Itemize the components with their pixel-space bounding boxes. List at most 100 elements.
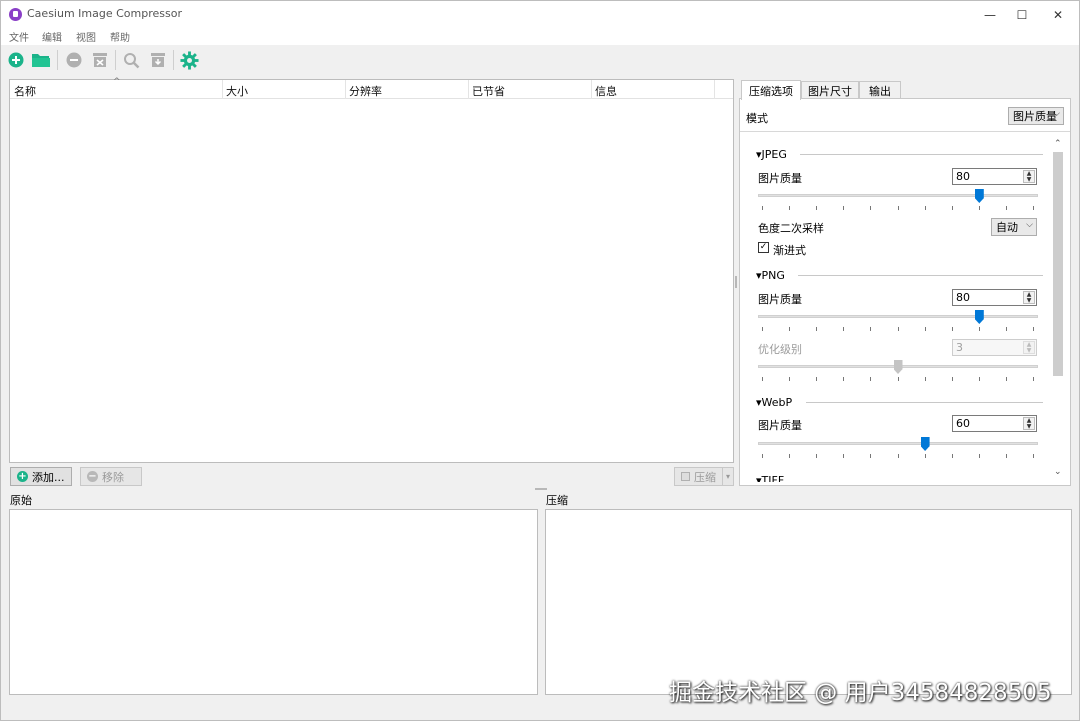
close-button[interactable]: ✕ [1035,1,1080,28]
spin-arrows-icon[interactable]: ▲ ▼ [1023,341,1035,354]
png-optimization-value: 3 [956,341,963,354]
slider-tick [897,454,899,458]
column-divider[interactable] [591,80,592,99]
webp-quality-slider[interactable] [758,437,1038,459]
column-header-name[interactable]: 名称 [14,83,36,99]
slider-thumb[interactable] [893,360,903,374]
compress-icon [681,472,690,481]
file-list-table[interactable]: ^ 名称 大小 分辨率 已节省 信息 [9,77,734,463]
sort-ascending-icon: ^ [113,77,121,87]
compress-dropdown-arrow-icon[interactable]: ▾ [722,467,734,486]
jpeg-quality-label: 图片质量 [758,172,802,185]
progressive-checkbox[interactable]: ✓ [758,242,769,253]
webp-section-header[interactable]: ▾WebP [756,396,792,409]
mode-row: 模式 图片质量 ⌵ [740,99,1070,132]
scrollbar-thumb[interactable] [1053,152,1063,376]
column-header-saved[interactable]: 已节省 [472,83,505,99]
column-header-size[interactable]: 大小 [226,83,248,99]
add-button[interactable]: + 添加... [10,467,72,486]
open-folder-icon[interactable] [31,50,51,70]
tab-compression-options[interactable]: 压缩选项 [741,80,801,100]
compression-options-pane: 模式 图片质量 ⌵ ▾JPEG 图片质量 80 ▲ ▼ 色度二次采样 自动 ⌵ ✓… [739,98,1071,486]
jpeg-quality-spinbox[interactable]: 80 ▲ ▼ [952,168,1037,185]
settings-icon[interactable] [179,50,199,70]
slider-track [758,194,1038,197]
tiff-section-header[interactable]: ▾TIFF [756,474,784,482]
remove-icon: − [87,470,98,482]
remove-button[interactable]: − 移除 [80,467,142,486]
preview-icon[interactable] [121,50,141,70]
chroma-subsampling-value: 自动 [996,221,1018,234]
png-quality-spinbox[interactable]: 80 ▲ ▼ [952,289,1037,306]
mode-select[interactable]: 图片质量 ⌵ [1008,107,1064,125]
slider-tick [897,327,899,331]
png-section-header[interactable]: ▾PNG [756,269,785,282]
slider-tick [870,327,872,331]
slider-tick [789,327,791,331]
column-divider[interactable] [468,80,469,99]
png-optimization-spinbox[interactable]: 3 ▲ ▼ [952,339,1037,356]
slider-tick [924,377,926,381]
slider-tick [843,327,845,331]
slider-tick [870,454,872,458]
menu-help[interactable]: 帮助 [110,29,130,44]
window-title: Caesium Image Compressor [27,7,182,20]
slider-tick [789,206,791,210]
png-optimization-slider[interactable] [758,360,1038,382]
progressive-label: 渐进式 [773,244,806,257]
slider-thumb[interactable] [974,189,984,203]
vertical-splitter-handle[interactable] [735,276,737,288]
add-icon: + [17,470,28,482]
slider-tick [870,206,872,210]
column-header-info[interactable]: 信息 [595,83,617,99]
column-divider[interactable] [714,80,715,99]
slider-tick [816,377,818,381]
spin-arrows-icon[interactable]: ▲ ▼ [1023,170,1035,183]
slider-tick [1033,327,1034,331]
compress-icon[interactable] [148,50,168,70]
png-section-title: PNG [761,269,785,282]
jpeg-quality-slider[interactable] [758,189,1038,211]
slider-tick [843,206,845,210]
slider-track [758,442,1038,445]
column-divider[interactable] [345,80,346,99]
slider-tick [924,454,926,458]
menu-view[interactable]: 视图 [76,29,96,44]
slider-tick [762,377,763,381]
png-quality-slider[interactable] [758,310,1038,332]
column-divider[interactable] [222,80,223,99]
slider-track [758,315,1038,318]
chroma-subsampling-select[interactable]: 自动 ⌵ [991,218,1037,236]
slider-tick [924,327,926,331]
clear-icon[interactable] [90,50,110,70]
jpeg-section-title: JPEG [761,148,787,161]
menu-file[interactable]: 文件 [9,29,29,44]
scroll-up-icon[interactable]: ⌃ [1054,139,1062,149]
compress-button[interactable]: 压缩 ▾ [674,467,734,486]
toolbar-separator [115,50,116,70]
slider-tick [762,327,763,331]
scroll-down-icon[interactable]: ⌄ [1054,467,1062,477]
column-header-resolution[interactable]: 分辨率 [349,83,382,99]
compress-button-label: 压缩 [694,470,716,484]
jpeg-section-header[interactable]: ▾JPEG [756,148,787,161]
remove-icon[interactable] [64,50,84,70]
slider-tick [951,206,953,210]
slider-thumb[interactable] [920,437,930,451]
slider-tick [1005,377,1007,381]
slider-tick [762,206,763,210]
slider-tick [978,206,980,210]
add-icon[interactable] [6,50,26,70]
webp-quality-spinbox[interactable]: 60 ▲ ▼ [952,415,1037,432]
slider-tick [978,327,980,331]
menu-edit[interactable]: 编辑 [42,29,62,44]
options-scrollbar[interactable]: ⌃ ⌄ [1051,139,1065,481]
spin-arrows-icon[interactable]: ▲ ▼ [1023,291,1035,304]
slider-tick [951,454,953,458]
horizontal-splitter-handle[interactable] [535,488,547,490]
webp-quality-value: 60 [956,417,970,430]
webp-quality-label: 图片质量 [758,419,802,432]
toolbar-separator [173,50,174,70]
slider-thumb[interactable] [974,310,984,324]
spin-arrows-icon[interactable]: ▲ ▼ [1023,417,1035,430]
